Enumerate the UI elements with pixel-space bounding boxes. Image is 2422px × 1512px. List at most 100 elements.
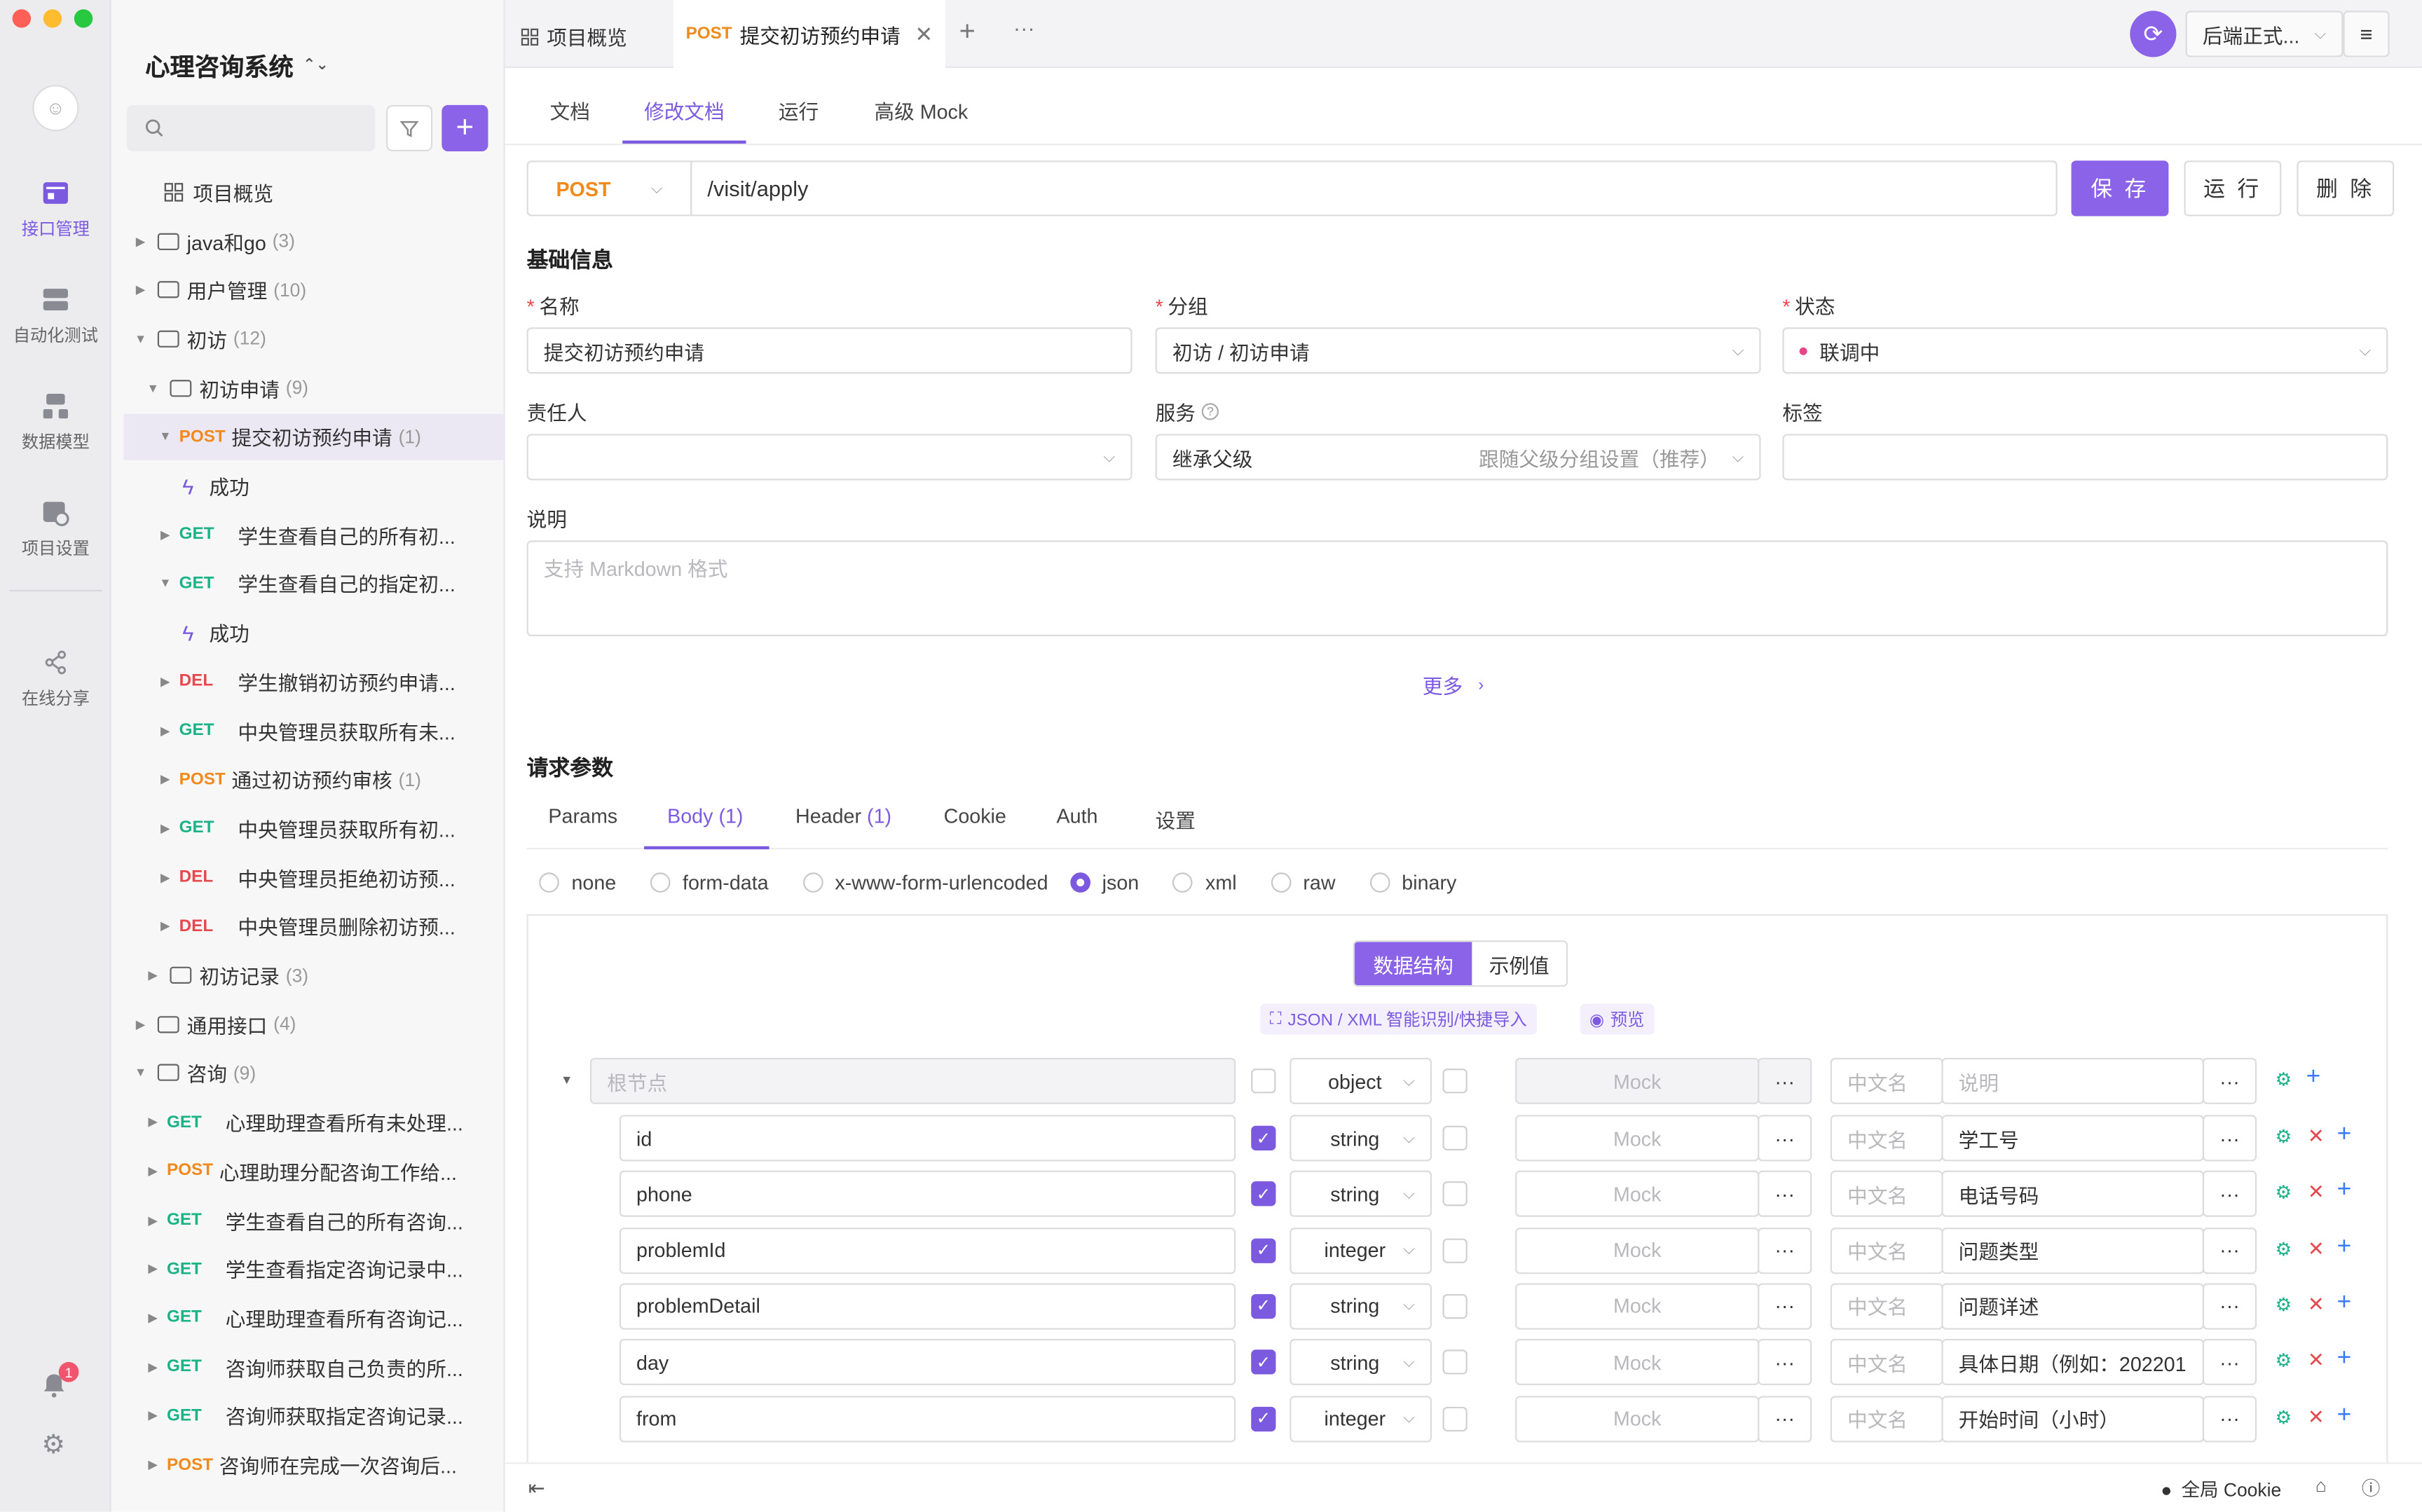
description-textarea[interactable]: 支持 Markdown 格式 bbox=[526, 540, 2388, 637]
radio-xml[interactable]: xml bbox=[1172, 871, 1237, 894]
subtab-run[interactable]: 运行 bbox=[779, 96, 819, 125]
field-name-input[interactable]: problemDetail bbox=[619, 1283, 1236, 1330]
mock-input[interactable]: Mock bbox=[1515, 1339, 1760, 1386]
owner-select[interactable]: ⌵ bbox=[526, 434, 1133, 481]
type-select[interactable]: string ⌵ bbox=[1289, 1339, 1432, 1386]
filter-button[interactable] bbox=[386, 104, 433, 151]
type-select[interactable]: integer ⌵ bbox=[1289, 1227, 1432, 1274]
maximize-window-button[interactable] bbox=[74, 9, 93, 28]
delete-x-icon[interactable]: ✕ bbox=[2308, 1237, 2325, 1261]
type-select[interactable]: string ⌵ bbox=[1289, 1115, 1432, 1162]
add-sibling-plus-icon[interactable]: + bbox=[2337, 1233, 2352, 1261]
add-sibling-plus-icon[interactable]: + bbox=[2337, 1177, 2352, 1205]
caret-down-icon[interactable]: ▼ bbox=[145, 380, 160, 394]
required-checkbox[interactable]: ✓ bbox=[1251, 1406, 1276, 1431]
shirt-icon[interactable]: ⌂ bbox=[2315, 1475, 2327, 1497]
mock-input[interactable]: Mock bbox=[1515, 1057, 1760, 1104]
tab-auth[interactable]: Auth bbox=[1057, 804, 1098, 827]
radio-urlencoded[interactable]: x-www-form-urlencoded bbox=[802, 871, 1048, 894]
mock-input[interactable]: Mock bbox=[1515, 1227, 1760, 1274]
save-button[interactable]: 保 存 bbox=[2071, 160, 2169, 217]
field-name-input[interactable]: day bbox=[619, 1339, 1236, 1386]
add-sibling-plus-icon[interactable]: + bbox=[2337, 1401, 2352, 1429]
mock-input[interactable]: Mock bbox=[1515, 1283, 1760, 1330]
mock-input[interactable]: Mock bbox=[1515, 1171, 1760, 1218]
mock-more-button[interactable]: ··· bbox=[1758, 1057, 1812, 1104]
user-avatar[interactable]: ☺ bbox=[32, 85, 79, 132]
more-button[interactable]: ··· bbox=[2202, 1283, 2257, 1330]
type-select[interactable]: string ⌵ bbox=[1289, 1171, 1432, 1218]
tab-cookie[interactable]: Cookie bbox=[944, 804, 1006, 827]
caret-right-icon[interactable]: ▶ bbox=[145, 1262, 160, 1276]
caret-right-icon[interactable]: ▶ bbox=[145, 1409, 160, 1423]
more-button[interactable]: ··· bbox=[2202, 1057, 2257, 1104]
desc-input[interactable]: 电话号码 bbox=[1941, 1171, 2205, 1218]
type-select[interactable]: string ⌵ bbox=[1289, 1283, 1432, 1330]
nullable-checkbox[interactable] bbox=[1442, 1406, 1467, 1431]
run-button[interactable]: 运 行 bbox=[2184, 160, 2282, 217]
desc-input[interactable]: 具体日期（例如：202201 bbox=[1941, 1339, 2205, 1386]
mock-more-button[interactable]: ··· bbox=[1758, 1115, 1812, 1162]
rail-project-settings[interactable]: 项目设置 bbox=[0, 499, 111, 561]
cn-name-input[interactable]: 中文名 bbox=[1830, 1283, 1943, 1330]
nullable-checkbox[interactable] bbox=[1442, 1293, 1467, 1319]
delete-x-icon[interactable]: ✕ bbox=[2308, 1293, 2325, 1317]
required-checkbox[interactable]: ✓ bbox=[1251, 1293, 1276, 1319]
nullable-checkbox[interactable] bbox=[1442, 1181, 1467, 1207]
rail-online-share[interactable]: 在线分享 bbox=[0, 649, 111, 710]
more-tabs-icon[interactable]: ··· bbox=[1013, 15, 1035, 40]
more-button[interactable]: ··· bbox=[2202, 1171, 2257, 1218]
caret-right-icon[interactable]: ▶ bbox=[145, 1164, 160, 1178]
menu-icon[interactable]: ≡ bbox=[2343, 11, 2390, 57]
add-sibling-plus-icon[interactable]: + bbox=[2337, 1121, 2352, 1149]
caret-down-icon[interactable]: ▼ bbox=[133, 1066, 149, 1080]
mock-more-button[interactable]: ··· bbox=[1758, 1339, 1812, 1386]
required-checkbox[interactable]: ✓ bbox=[1251, 1125, 1276, 1150]
search-input[interactable] bbox=[126, 104, 376, 151]
cn-name-input[interactable]: 中文名 bbox=[1830, 1171, 1943, 1218]
mock-more-button[interactable]: ··· bbox=[1758, 1283, 1812, 1330]
mock-more-button[interactable]: ··· bbox=[1758, 1171, 1812, 1218]
close-icon[interactable]: ✕ bbox=[915, 21, 933, 47]
type-select[interactable]: object ⌵ bbox=[1289, 1057, 1432, 1104]
collapse-caret-icon[interactable]: ▼ bbox=[561, 1073, 573, 1087]
cn-name-input[interactable]: 中文名 bbox=[1830, 1115, 1943, 1162]
method-select[interactable]: POST ⌵ bbox=[526, 160, 692, 217]
add-sibling-plus-icon[interactable]: + bbox=[2337, 1289, 2352, 1317]
settings-icon[interactable]: ⚙ bbox=[2275, 1406, 2292, 1428]
required-checkbox[interactable]: ✓ bbox=[1251, 1181, 1276, 1207]
caret-right-icon[interactable]: ▶ bbox=[158, 821, 173, 835]
radio-form-data[interactable]: form-data bbox=[650, 871, 769, 894]
radio-raw[interactable]: raw bbox=[1271, 871, 1336, 894]
subtab-doc[interactable]: 文档 bbox=[550, 96, 590, 125]
required-checkbox[interactable]: ✓ bbox=[1251, 1349, 1276, 1375]
cn-name-input[interactable]: 中文名 bbox=[1830, 1339, 1943, 1386]
add-child-plus-icon[interactable]: + bbox=[2306, 1064, 2321, 1092]
nullable-checkbox[interactable] bbox=[1442, 1349, 1467, 1375]
field-name-input[interactable]: phone bbox=[619, 1171, 1236, 1218]
status-select[interactable]: 联调中 ⌵ bbox=[1782, 327, 2388, 374]
radio-none[interactable]: none bbox=[539, 871, 616, 894]
name-input[interactable]: 提交初访预约申请 bbox=[526, 327, 1133, 374]
more-button[interactable]: ··· bbox=[2202, 1339, 2257, 1386]
settings-icon[interactable]: ⚙ bbox=[2275, 1068, 2292, 1090]
settings-icon[interactable]: ⚙ bbox=[2275, 1350, 2292, 1372]
subtab-advanced-mock[interactable]: 高级 Mock bbox=[874, 96, 968, 125]
caret-right-icon[interactable]: ▶ bbox=[133, 234, 149, 248]
tab-project-overview[interactable]: 项目概览 bbox=[521, 22, 627, 51]
rail-data-model[interactable]: 数据模型 bbox=[0, 392, 111, 454]
close-window-button[interactable] bbox=[12, 9, 32, 28]
caret-right-icon[interactable]: ▶ bbox=[145, 968, 160, 982]
caret-right-icon[interactable]: ▶ bbox=[158, 724, 173, 738]
caret-right-icon[interactable]: ▶ bbox=[158, 870, 173, 884]
field-name-input[interactable]: problemId bbox=[619, 1227, 1236, 1274]
notification-bell[interactable]: 1 bbox=[40, 1361, 79, 1402]
caret-right-icon[interactable]: ▶ bbox=[158, 675, 173, 689]
tab-active-api[interactable]: POST 提交初访预约申请 ✕ bbox=[673, 0, 945, 68]
caret-right-icon[interactable]: ▶ bbox=[145, 1311, 160, 1325]
mock-more-button[interactable]: ··· bbox=[1758, 1395, 1812, 1442]
rail-auto-test[interactable]: 自动化测试 bbox=[0, 286, 111, 348]
mock-input[interactable]: Mock bbox=[1515, 1395, 1760, 1442]
mock-more-button[interactable]: ··· bbox=[1758, 1227, 1812, 1274]
sync-icon[interactable]: ⟳ bbox=[2130, 11, 2177, 57]
